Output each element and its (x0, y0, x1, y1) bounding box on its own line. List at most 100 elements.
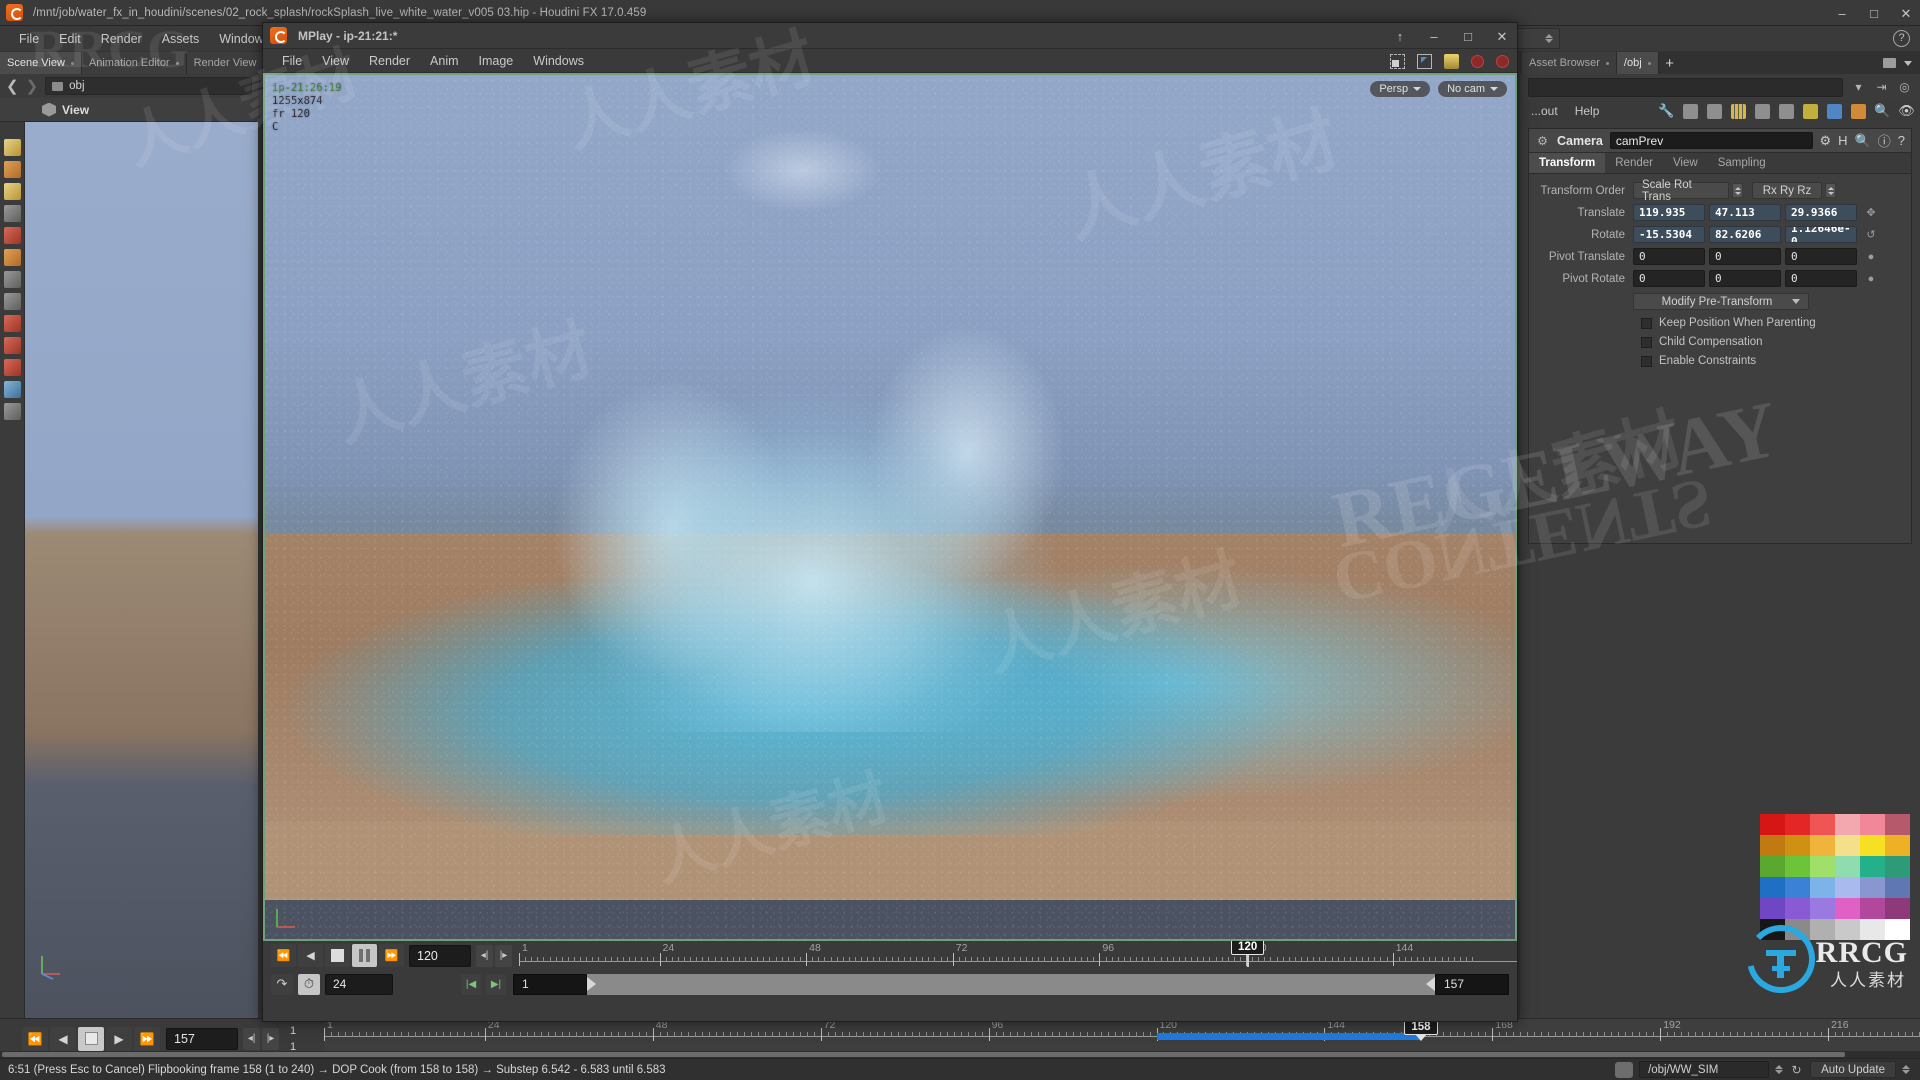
range-start-value[interactable]: 1 (290, 1023, 322, 1039)
table-icon[interactable] (1707, 104, 1722, 119)
color-swatch[interactable] (1810, 898, 1835, 919)
srt-spinner[interactable] (1732, 183, 1743, 198)
step-next-icon[interactable]: |▸ (495, 945, 512, 967)
color-swatch[interactable] (1835, 814, 1860, 835)
color-swatch[interactable] (1885, 835, 1910, 856)
pivot-rotate-y-input[interactable]: 0 (1709, 270, 1781, 287)
tab-animation-editor[interactable]: Animation Editor (82, 52, 187, 74)
record-icon[interactable] (1471, 55, 1484, 68)
checkbox-icon[interactable] (1641, 318, 1652, 329)
color-swatch[interactable] (1860, 856, 1885, 877)
rotate-x-input[interactable]: -15.5304 (1633, 226, 1705, 243)
checkbox-icon[interactable] (1641, 356, 1652, 367)
color-swatch[interactable] (1760, 877, 1785, 898)
jump-to-end-icon[interactable]: ⏩ (379, 944, 404, 967)
forward-arrow-icon[interactable]: ❯ (26, 77, 39, 95)
pivot-translate-x-input[interactable]: 0 (1633, 248, 1705, 265)
eye-icon[interactable]: 👁 (1899, 104, 1914, 119)
color-swatch[interactable] (1760, 856, 1785, 877)
desktop-spinner[interactable] (1545, 34, 1553, 43)
translate-z-input[interactable]: 29.9366 (1785, 204, 1857, 221)
timeline-play-range[interactable] (1157, 1033, 1423, 1040)
mplay-timeline-playhead[interactable]: 120 (1231, 941, 1264, 967)
update-mode-spinner[interactable] (1902, 1065, 1910, 1074)
tool-light-icon[interactable] (4, 293, 21, 310)
translate-x-input[interactable]: 119.935 (1633, 204, 1705, 221)
tab-render-view[interactable]: Render View (187, 52, 274, 74)
loop-icon[interactable]: ↷ (271, 974, 293, 995)
step-back-icon[interactable]: ◀ (50, 1027, 76, 1051)
image-icon[interactable] (1827, 104, 1842, 119)
color-swatch[interactable] (1785, 856, 1810, 877)
transform-order-rot-menu[interactable]: Rx Ry Rz (1752, 182, 1822, 199)
jump-to-start-icon[interactable]: ⏪ (22, 1027, 48, 1051)
search-icon[interactable]: 🔍 (1875, 104, 1890, 119)
range-end-handle[interactable] (1426, 977, 1435, 991)
node-name-input[interactable]: camPrev (1610, 132, 1813, 149)
wrench-icon[interactable]: 🔧 (1659, 104, 1674, 119)
tool-particle-icon[interactable] (4, 315, 21, 332)
search-input[interactable] (1528, 78, 1843, 97)
menu-file[interactable]: File (10, 29, 48, 49)
rot-spinner[interactable] (1825, 183, 1836, 198)
color-swatch[interactable] (1760, 898, 1785, 919)
pause-icon[interactable] (352, 944, 377, 967)
view-mode-badge[interactable]: Persp (1370, 81, 1430, 97)
stop-icon[interactable] (325, 944, 350, 967)
set-range-end-icon[interactable]: ▶| (486, 974, 506, 995)
tab-asset-browser[interactable]: Asset Browser (1522, 52, 1617, 74)
checkbox-icon[interactable] (1641, 337, 1652, 348)
fps-input[interactable]: 24 (325, 974, 393, 995)
tool-handle-icon[interactable] (4, 161, 21, 178)
color-swatch[interactable] (1885, 814, 1910, 835)
color-swatch[interactable] (1785, 898, 1810, 919)
current-frame-input[interactable]: 157 (166, 1028, 238, 1050)
update-mode-button[interactable]: Auto Update (1810, 1061, 1896, 1078)
mplay-current-frame-input[interactable]: 120 (409, 945, 471, 967)
menu-file[interactable]: File (273, 52, 311, 70)
menu-help[interactable]: Help (1568, 102, 1607, 120)
translate-y-input[interactable]: 47.113 (1709, 204, 1781, 221)
network-path-input[interactable]: obj (45, 77, 252, 95)
color-swatch[interactable] (1785, 877, 1810, 898)
color-swatch[interactable] (1835, 877, 1860, 898)
color-swatch[interactable] (1810, 856, 1835, 877)
checkbox-enable-constraints[interactable]: Enable Constraints (1529, 352, 1903, 370)
tab-sampling[interactable]: Sampling (1708, 153, 1776, 173)
tool-move-icon[interactable] (4, 183, 21, 200)
pivot-rotate-handle-icon[interactable]: ● (1864, 272, 1878, 286)
color-swatch[interactable] (1760, 814, 1785, 835)
list-icon[interactable] (1683, 104, 1698, 119)
color-swatch[interactable] (1810, 814, 1835, 835)
pivot-translate-y-input[interactable]: 0 (1709, 248, 1781, 265)
color-swatch[interactable] (1810, 877, 1835, 898)
tab-transform[interactable]: Transform (1529, 153, 1605, 173)
node-path-spinner[interactable] (1775, 1065, 1783, 1074)
tab-scene-view[interactable]: Scene View (0, 52, 82, 74)
mplay-viewport[interactable]: ip-21:26:19 1255x874 fr 120 C Persp No c… (263, 73, 1517, 941)
tool-geometry-icon[interactable] (4, 249, 21, 266)
pivot-rotate-x-input[interactable]: 0 (1633, 270, 1705, 287)
step-prev-icon[interactable]: ◂| (243, 1028, 260, 1050)
cook-indicator-icon[interactable] (1615, 1062, 1633, 1078)
color-swatch[interactable] (1835, 856, 1860, 877)
help-icon[interactable]: ? (1898, 133, 1905, 148)
jump-to-start-icon[interactable]: ⏪ (271, 944, 296, 967)
restore-up-icon[interactable]: ↑ (1392, 28, 1408, 44)
color-swatch[interactable] (1860, 835, 1885, 856)
rotate-handle-icon[interactable]: ↺ (1864, 228, 1878, 242)
rotate-y-input[interactable]: 82.6206 (1709, 226, 1781, 243)
pivot-rotate-z-input[interactable]: 0 (1785, 270, 1857, 287)
note-icon[interactable] (1803, 104, 1818, 119)
minimize-icon[interactable]: – (1834, 5, 1850, 21)
stop-icon[interactable] (78, 1027, 104, 1051)
pivot-translate-z-input[interactable]: 0 (1785, 248, 1857, 265)
jump-to-icon[interactable]: ⇥ (1874, 80, 1889, 95)
menu-view[interactable]: View (313, 52, 358, 70)
color-swatch[interactable] (1860, 898, 1885, 919)
maximize-icon[interactable]: □ (1866, 5, 1882, 21)
tab-view[interactable]: View (1663, 153, 1708, 173)
menu-assets[interactable]: Assets (153, 29, 209, 49)
current-node-path[interactable]: /obj/WW_SIM (1639, 1061, 1769, 1078)
search-icon[interactable]: 🔍 (1855, 133, 1871, 149)
